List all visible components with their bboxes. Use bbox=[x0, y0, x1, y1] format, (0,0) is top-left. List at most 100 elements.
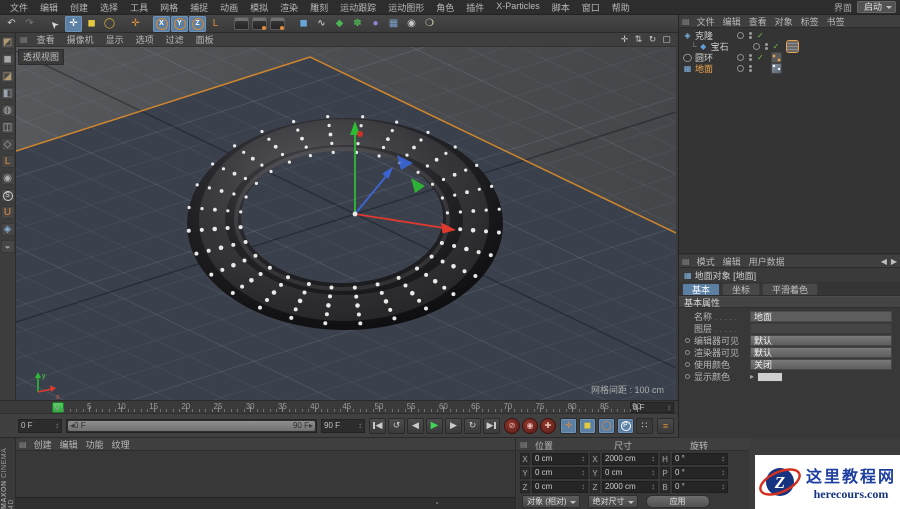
menubar-item[interactable]: 编辑 bbox=[34, 1, 64, 14]
tab-coordinates[interactable]: 坐标 bbox=[722, 283, 761, 295]
viewport-label[interactable]: 透视视图 bbox=[18, 49, 65, 65]
redo-icon[interactable]: ↷ bbox=[21, 16, 38, 32]
menubar-item[interactable]: 雕刻 bbox=[304, 1, 334, 14]
tab-basic[interactable]: 基本 bbox=[682, 283, 721, 295]
live-selection-icon[interactable]: ➤ bbox=[47, 16, 64, 32]
attribute-dropdown[interactable]: 默认 bbox=[750, 335, 892, 346]
key-pla-toggle[interactable]: ∷ bbox=[636, 417, 653, 434]
menubar-item[interactable]: 运动跟踪 bbox=[334, 1, 382, 14]
add-spline-icon[interactable]: ∿ bbox=[313, 16, 330, 32]
object-manager-menu-item[interactable]: 查看 bbox=[745, 15, 771, 28]
timeline-ruler[interactable]: 0 F ↕ 0 5 10 15 20 25 30 35 40 45 50 55 60 65 70 75 80 85… bbox=[0, 400, 678, 414]
attribute-value-field[interactable] bbox=[750, 323, 892, 334]
edges-mode-icon[interactable]: ◫ bbox=[0, 121, 15, 134]
last-tool-icon[interactable]: ✛ bbox=[127, 16, 144, 32]
panel-grip-icon[interactable]: ▤ bbox=[20, 35, 28, 44]
enabled-check-icon[interactable]: ✓ bbox=[757, 53, 765, 62]
previous-frame-button[interactable]: ◀ bbox=[407, 417, 424, 434]
enable-axis-icon[interactable]: L bbox=[0, 155, 15, 168]
render-view-icon[interactable] bbox=[233, 16, 250, 32]
maximize-view-icon[interactable]: ▢ bbox=[661, 34, 672, 45]
move-tool-icon[interactable]: ✛ bbox=[65, 15, 82, 32]
key-parameter-toggle[interactable]: P bbox=[617, 417, 634, 434]
rotation-field[interactable]: 0 ° ↕ bbox=[672, 480, 728, 493]
range-start-field[interactable]: 0 F ↕ bbox=[18, 418, 62, 433]
layer-dot-icon[interactable] bbox=[737, 54, 744, 61]
visibility-dots[interactable] bbox=[749, 54, 752, 61]
stepper-icon[interactable]: ↕ bbox=[721, 482, 725, 491]
material-menu-item[interactable]: 编辑 bbox=[56, 438, 82, 451]
menubar-item[interactable]: 帮助 bbox=[606, 1, 636, 14]
menubar-item[interactable]: 选择 bbox=[94, 1, 124, 14]
add-cube-icon[interactable]: ◼ bbox=[295, 16, 312, 32]
size-mode-dropdown[interactable]: 绝对尺寸 bbox=[587, 495, 638, 508]
position-field[interactable]: 0 cm ↕ bbox=[532, 480, 588, 493]
add-generator-icon[interactable]: ◆ bbox=[331, 16, 348, 32]
viewport-solo-icon[interactable]: ◉ bbox=[0, 172, 15, 185]
menubar-item[interactable]: 运动图形 bbox=[382, 1, 430, 14]
menubar-item[interactable]: 渲染 bbox=[274, 1, 304, 14]
object-manager-menu-item[interactable]: 编辑 bbox=[719, 15, 745, 28]
enabled-check-icon[interactable]: ✓ bbox=[773, 42, 781, 51]
key-position-toggle[interactable]: ✛ bbox=[560, 417, 577, 434]
keyframe-dot-icon[interactable] bbox=[685, 362, 690, 367]
stepper-icon[interactable]: ↕ bbox=[581, 454, 585, 463]
make-editable-icon[interactable]: ◩ bbox=[0, 36, 15, 49]
keyframe-dot-icon[interactable] bbox=[685, 374, 690, 379]
scale-tool-icon[interactable]: ◼ bbox=[83, 16, 100, 32]
status-icon[interactable]: ◔ bbox=[434, 499, 439, 508]
menubar-item[interactable]: 创建 bbox=[64, 1, 94, 14]
add-light-icon[interactable]: ❍ bbox=[421, 16, 438, 32]
preview-range-slider[interactable]: ◂ 0 F 90 F ▸ bbox=[66, 418, 317, 433]
stepper-icon[interactable]: ↕ bbox=[667, 403, 671, 412]
panel-grip-icon[interactable]: ▤ bbox=[19, 440, 27, 449]
keyframe-presets-icon[interactable]: ≡ bbox=[657, 417, 674, 434]
viewport-menu-item[interactable]: 查看 bbox=[31, 33, 61, 46]
menubar-item[interactable]: 角色 bbox=[430, 1, 460, 14]
tab-phong[interactable]: 平滑着色 bbox=[762, 283, 819, 295]
stepper-icon[interactable]: ↕ bbox=[581, 468, 585, 477]
stepper-icon[interactable]: ↕ bbox=[651, 468, 655, 477]
visibility-dots[interactable] bbox=[764, 43, 768, 50]
history-forward-icon[interactable]: ▶ bbox=[891, 257, 897, 266]
object-manager-menu-item[interactable]: 对象 bbox=[771, 15, 797, 28]
object-row[interactable]: ▦ 地面 bbox=[679, 63, 900, 74]
material-menu-item[interactable]: 纹理 bbox=[108, 438, 134, 451]
attribute-menu-item[interactable]: 编辑 bbox=[719, 255, 745, 268]
workplane-icon[interactable]: ◈ bbox=[0, 223, 15, 236]
stepper-icon[interactable]: ↕ bbox=[651, 482, 655, 491]
spline-tag-icon[interactable] bbox=[771, 52, 782, 63]
lock-workplane-icon[interactable]: ◒ bbox=[0, 240, 15, 253]
viewport-menu-item[interactable]: 显示 bbox=[100, 33, 130, 46]
attribute-menu-item[interactable]: 用户数据 bbox=[745, 255, 789, 268]
menubar-item[interactable]: 动画 bbox=[214, 1, 244, 14]
axis-x-button[interactable]: X bbox=[153, 15, 170, 32]
add-camera-icon[interactable]: ◉ bbox=[403, 16, 420, 32]
add-environment-icon[interactable]: ▦ bbox=[385, 16, 402, 32]
attribute-value-field[interactable]: 地面 bbox=[750, 311, 892, 322]
play-button[interactable]: ▶ bbox=[426, 417, 443, 434]
layout-select[interactable]: 启动 bbox=[856, 1, 896, 13]
object-manager-menu-item[interactable]: 书签 bbox=[823, 15, 849, 28]
menubar-item[interactable]: 文件 bbox=[4, 1, 34, 14]
magnet-icon[interactable]: U bbox=[0, 206, 15, 219]
position-field[interactable]: 0 cm ↕ bbox=[532, 466, 588, 479]
keyframe-selection-button[interactable]: ✚ bbox=[540, 417, 556, 434]
stepper-icon[interactable]: ↕ bbox=[358, 421, 362, 430]
axis-z-button[interactable]: Z bbox=[189, 15, 206, 32]
viewport-menu-item[interactable]: 过滤 bbox=[160, 33, 190, 46]
layer-dot-icon[interactable] bbox=[752, 43, 760, 50]
record-keyframe-button[interactable]: ⊘ bbox=[504, 417, 520, 434]
size-field[interactable]: 2000 cm ↕ bbox=[602, 480, 658, 493]
range-handle-right-icon[interactable]: ▸ bbox=[309, 421, 313, 430]
material-list[interactable] bbox=[16, 451, 515, 496]
texture-mode-icon[interactable]: ◪ bbox=[0, 70, 15, 83]
stepper-icon[interactable]: ↕ bbox=[721, 468, 725, 477]
attribute-dropdown[interactable]: 关闭 bbox=[750, 359, 892, 370]
size-field[interactable]: 0 cm ↕ bbox=[602, 466, 658, 479]
next-frame-button[interactable]: ▶ bbox=[445, 417, 462, 434]
menubar-item[interactable]: 脚本 bbox=[546, 1, 576, 14]
phong-tag-icon[interactable] bbox=[771, 63, 782, 74]
viewport-menu-item[interactable]: 摄像机 bbox=[61, 33, 100, 46]
play-loop-button[interactable]: ↻ bbox=[464, 417, 481, 434]
